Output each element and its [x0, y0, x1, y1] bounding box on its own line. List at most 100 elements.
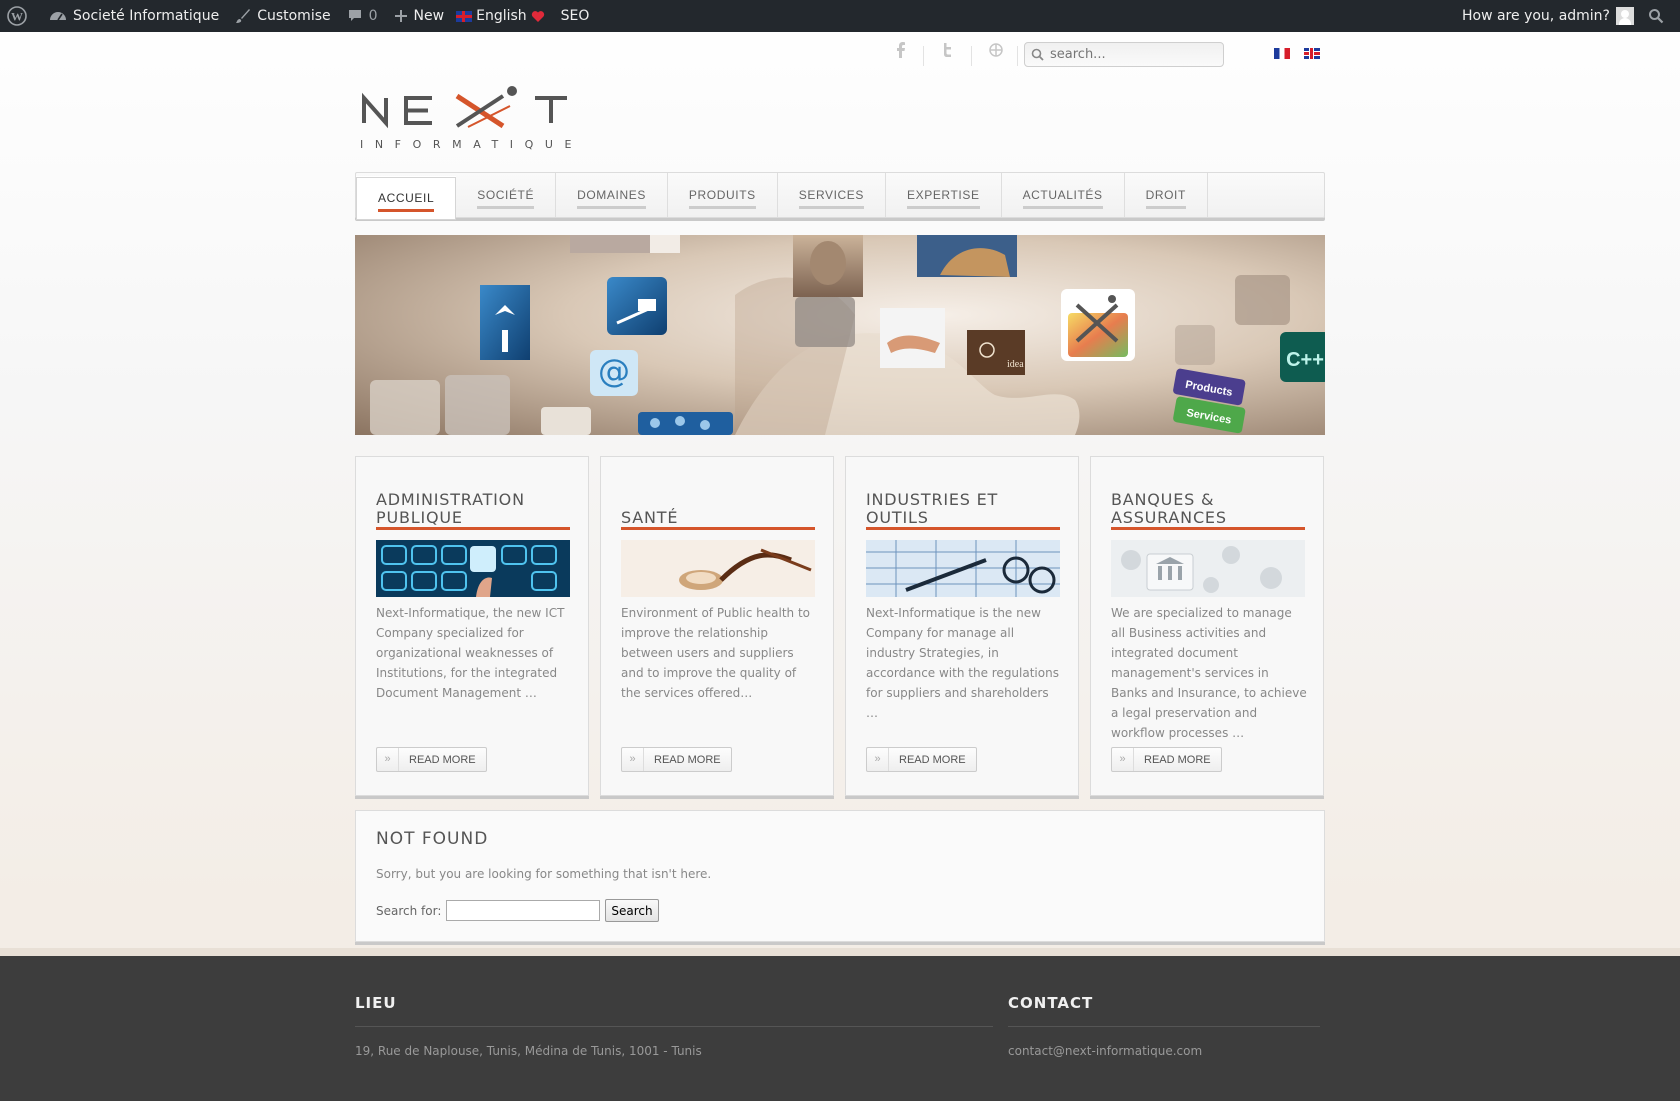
main-navigation: ACCUEIL SOCIÉTÉ DOMAINES PRODUITS SERVIC…: [355, 172, 1325, 220]
nav-label: DROIT: [1145, 188, 1186, 209]
read-more-button[interactable]: » READ MORE: [376, 747, 487, 772]
heart-icon: [531, 10, 544, 22]
nav-label: DOMAINES: [577, 188, 646, 209]
read-more-label: READ MORE: [1144, 753, 1211, 766]
nav-label: SERVICES: [798, 188, 865, 209]
plus-icon: [394, 10, 407, 22]
card-title: BANQUES & ASSURANCES: [1111, 490, 1227, 527]
social-divider: [923, 46, 924, 66]
seo-link[interactable]: SEO: [553, 0, 598, 32]
card-description: We are specialized to manage all Busines…: [1111, 606, 1307, 740]
nav-item-societe[interactable]: SOCIÉTÉ: [456, 173, 557, 217]
not-found-message: Sorry, but you are looking for something…: [376, 867, 712, 881]
social-divider: [1017, 46, 1018, 66]
seo-label: SEO: [560, 8, 590, 24]
footer-band: [0, 948, 1680, 956]
search-button[interactable]: Search: [605, 899, 659, 922]
footer-lieu-title: LIEU: [355, 994, 397, 1012]
chevron-right-icon: »: [622, 748, 644, 771]
admin-search-icon[interactable]: [1642, 0, 1680, 32]
comment-icon: [348, 10, 361, 21]
hero-cpp-label: C++: [1286, 349, 1324, 371]
search-form: Search for: Search: [376, 899, 659, 922]
site-name-label: Societé Informatique: [73, 8, 220, 24]
customise-label: Customise: [257, 8, 331, 24]
english-flag-icon[interactable]: [1304, 48, 1320, 59]
read-more-button[interactable]: » READ MORE: [866, 747, 977, 772]
svg-text:idea: idea: [1007, 359, 1024, 370]
nav-item-accueil[interactable]: ACCUEIL: [356, 177, 457, 220]
site-search[interactable]: [1024, 42, 1224, 67]
twitter-icon[interactable]: [935, 42, 961, 68]
wordpress-logo-icon[interactable]: W: [0, 0, 41, 32]
nav-item-droit[interactable]: DROIT: [1125, 173, 1208, 217]
rss-icon[interactable]: [983, 42, 1009, 68]
not-found-title: NOT FOUND: [376, 829, 489, 849]
card-image-administration: [376, 540, 570, 597]
nav-item-produits[interactable]: PRODUITS: [668, 173, 778, 217]
footer-address: 19, Rue de Naplouse, Tunis, Médina de Tu…: [355, 1044, 702, 1058]
social-divider: [971, 46, 972, 66]
card-divider: [376, 527, 570, 530]
admin-bar: W Societé Informatique Customise 0 New E…: [0, 0, 1680, 32]
nav-label: EXPERTISE: [907, 188, 980, 209]
greeting-label: How are you, admin?: [1461, 8, 1610, 24]
dashboard-icon: [50, 12, 66, 21]
domain-card-banques: BANQUES & ASSURANCES We are specialized …: [1090, 456, 1324, 796]
card-divider: [866, 527, 1060, 530]
card-image-industries: [866, 540, 1060, 597]
footer-divider: [355, 1026, 993, 1027]
search-label: Search for:: [376, 903, 442, 918]
uk-flag-icon: [456, 10, 473, 22]
logo-tagline: INFORMATIQUE: [360, 138, 583, 151]
chevron-right-icon: »: [1112, 748, 1134, 771]
nav-label: ACCUEIL: [378, 191, 435, 212]
read-more-label: READ MORE: [899, 753, 966, 766]
chevron-right-icon: »: [867, 748, 889, 771]
card-description: Next-Informatique is the new Company for…: [866, 606, 1059, 720]
search-field[interactable]: [446, 900, 601, 921]
footer-email-link[interactable]: contact@next-informatique.com: [1008, 1044, 1320, 1058]
read-more-button[interactable]: » READ MORE: [1111, 747, 1222, 772]
svg-text:@: @: [598, 352, 630, 390]
domain-card-industries: INDUSTRIES ET OUTILS Next-Informatique i…: [845, 456, 1079, 796]
nav-item-expertise[interactable]: EXPERTISE: [886, 173, 1002, 217]
footer: LIEU 19, Rue de Naplouse, Tunis, Médina …: [0, 956, 1680, 1101]
language-switcher[interactable]: English: [452, 0, 553, 32]
read-more-label: READ MORE: [654, 753, 721, 766]
nav-item-actualites[interactable]: ACTUALITÉS: [1002, 173, 1125, 217]
card-title: SANTÉ: [621, 508, 679, 527]
comments-link[interactable]: 0: [339, 0, 386, 32]
card-image-sante: [621, 540, 815, 597]
svg-text:W: W: [11, 10, 23, 24]
french-flag-icon[interactable]: [1274, 48, 1290, 59]
footer-divider: [1008, 1026, 1320, 1027]
domain-card-administration: ADMINISTRATION PUBLIQUE Next-Informatiqu…: [355, 456, 589, 796]
chevron-right-icon: »: [377, 748, 399, 771]
search-input[interactable]: [1050, 47, 1220, 62]
card-description: Next-Informatique, the new ICT Company s…: [376, 606, 565, 700]
site-logo[interactable]: INFORMATIQUE: [360, 80, 605, 160]
site-name-link[interactable]: Societé Informatique: [41, 0, 227, 32]
nav-label: SOCIÉTÉ: [477, 188, 535, 209]
language-label: English: [476, 8, 527, 24]
nav-label: ACTUALITÉS: [1022, 188, 1103, 209]
my-account-link[interactable]: How are you, admin?: [1454, 0, 1642, 32]
card-divider: [621, 527, 815, 530]
hero-banner: @ idea Products Services C++: [355, 235, 1325, 435]
facebook-icon[interactable]: [888, 42, 914, 68]
brush-icon: [236, 9, 251, 23]
card-description: Environment of Public health to improve …: [621, 606, 810, 700]
footer-contact: CONTACT contact@next-informatique.com: [1008, 994, 1320, 1058]
new-content-link[interactable]: New: [386, 0, 453, 32]
customise-link[interactable]: Customise: [227, 0, 338, 32]
nav-item-services[interactable]: SERVICES: [778, 173, 887, 217]
read-more-button[interactable]: » READ MORE: [621, 747, 732, 772]
new-label: New: [413, 8, 445, 24]
nav-item-domaines[interactable]: DOMAINES: [556, 173, 668, 217]
card-title: INDUSTRIES ET OUTILS: [866, 490, 999, 527]
nav-label: PRODUITS: [688, 188, 756, 209]
card-image-banques: [1111, 540, 1305, 597]
footer-contact-title: CONTACT: [1008, 994, 1094, 1012]
read-more-label: READ MORE: [409, 753, 476, 766]
